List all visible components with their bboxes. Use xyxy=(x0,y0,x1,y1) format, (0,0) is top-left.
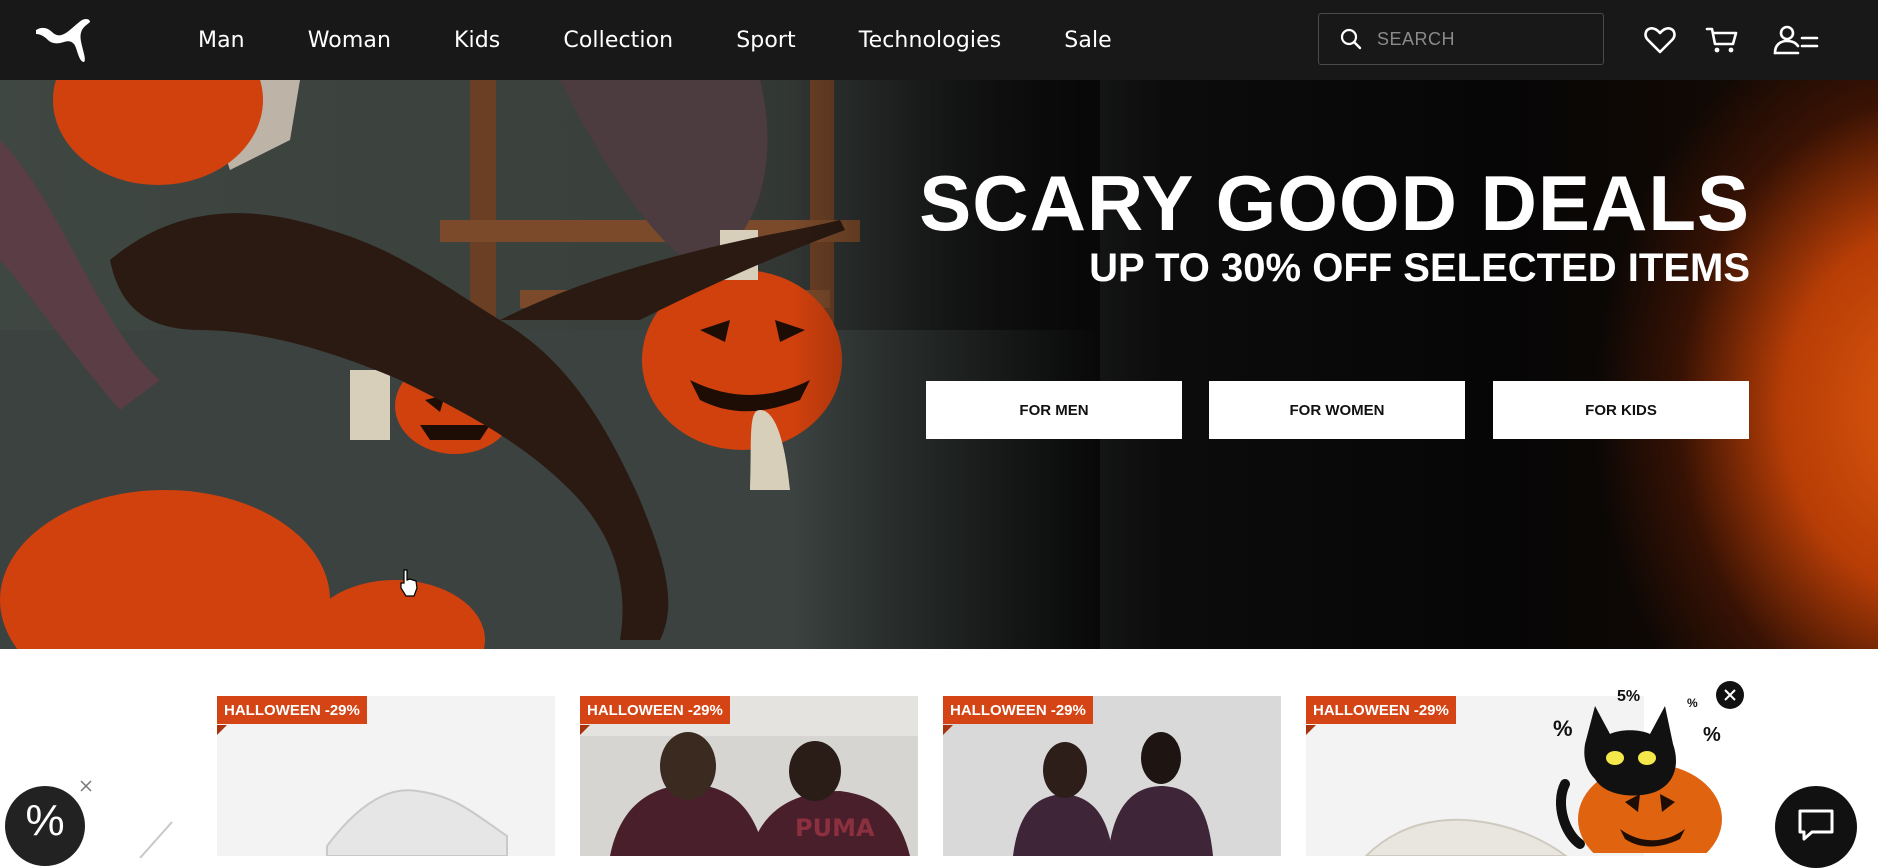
nav-kids[interactable]: Kids xyxy=(454,28,500,53)
svg-text:PUMA: PUMA xyxy=(795,814,875,842)
discount-badge: HALLOWEEN -29% xyxy=(217,696,367,724)
chat-button[interactable] xyxy=(1775,786,1857,868)
close-popup-icon[interactable] xyxy=(1716,681,1744,709)
account-menu-icon[interactable] xyxy=(1772,22,1820,58)
for-kids-button[interactable]: FOR KIDS xyxy=(1493,381,1749,439)
chat-bubble-icon xyxy=(1798,809,1834,841)
search-icon[interactable] xyxy=(1339,27,1363,51)
hero-title: SCARY GOOD DEALS xyxy=(919,159,1750,247)
nav-man[interactable]: Man xyxy=(198,28,245,53)
search-input[interactable] xyxy=(1375,27,1589,51)
badge-fold xyxy=(943,725,953,735)
nav-woman[interactable]: Woman xyxy=(308,28,391,53)
discount-badge: HALLOWEEN -29% xyxy=(1306,696,1456,724)
close-promo-icon[interactable] xyxy=(78,778,94,794)
main-menu: Man Woman Kids Collection Sport Technolo… xyxy=(198,0,1175,80)
halloween-promo-popup[interactable]: 5% % % % xyxy=(1545,684,1735,853)
cart-icon[interactable] xyxy=(1704,22,1740,58)
search-box xyxy=(1318,13,1604,65)
heart-icon[interactable] xyxy=(1642,22,1678,58)
popup-percent-label: 5% xyxy=(1617,688,1641,705)
product-card-1[interactable]: HALLOWEEN -29% xyxy=(217,696,555,856)
nav-sale[interactable]: Sale xyxy=(1064,28,1112,53)
popup-percent-label: % xyxy=(1553,716,1573,741)
popup-percent-label: % xyxy=(1687,696,1698,710)
nav-collection[interactable]: Collection xyxy=(563,28,673,53)
promo-widget-button[interactable]: % xyxy=(5,786,85,866)
top-navigation-bar: Man Woman Kids Collection Sport Technolo… xyxy=(0,0,1878,80)
product-card-2[interactable]: PUMA HALLOWEEN -29% xyxy=(580,696,918,856)
cat-pumpkin-illustration xyxy=(1556,706,1722,853)
product-card-3[interactable]: HALLOWEEN -29% xyxy=(943,696,1281,856)
mouse-pointer-icon xyxy=(400,569,418,597)
popup-percent-label: % xyxy=(1703,724,1721,746)
discount-badge: HALLOWEEN -29% xyxy=(943,696,1093,724)
for-women-button[interactable]: FOR WOMEN xyxy=(1209,381,1465,439)
hero-banner[interactable]: SCARY GOOD DEALS UP TO 30% OFF SELECTED … xyxy=(0,80,1878,649)
percent-icon: % xyxy=(25,796,65,845)
badge-fold xyxy=(217,725,227,735)
discount-badge: HALLOWEEN -29% xyxy=(580,696,730,724)
nav-technologies[interactable]: Technologies xyxy=(859,28,1002,53)
badge-fold xyxy=(1306,725,1316,735)
hero-subtitle: UP TO 30% OFF SELECTED ITEMS xyxy=(1089,246,1750,290)
puma-logo[interactable] xyxy=(34,16,92,64)
product-image-partial xyxy=(139,821,173,858)
badge-fold xyxy=(580,725,590,735)
nav-sport[interactable]: Sport xyxy=(736,28,796,53)
for-men-button[interactable]: FOR MEN xyxy=(926,381,1182,439)
